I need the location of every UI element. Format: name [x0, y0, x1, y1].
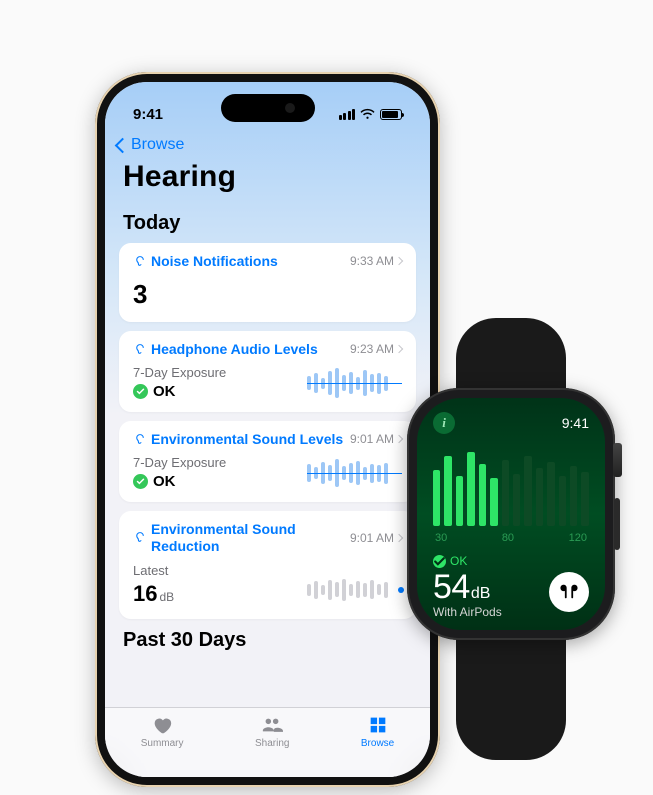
sparkline-chart: [307, 456, 402, 490]
card-env-sound-levels[interactable]: Environmental Sound Levels 9:01 AM 7-Day…: [119, 421, 416, 502]
chevron-right-icon: [395, 257, 403, 265]
section-past: Past 30 Days: [105, 619, 430, 660]
noise-count: 3: [133, 269, 402, 310]
back-button[interactable]: Browse: [105, 132, 430, 160]
ear-icon: [133, 255, 146, 268]
side-button[interactable]: [614, 498, 620, 550]
card-time: 9:01 AM: [350, 531, 394, 545]
ear-icon: [133, 531, 146, 544]
iphone-device: 9:41 Browse Hearing Today: [95, 72, 440, 787]
latest-dot-icon: [398, 587, 404, 593]
chevron-left-icon: [115, 137, 131, 153]
ear-icon: [133, 343, 146, 356]
card-time: 9:33 AM: [350, 254, 394, 268]
tab-browse[interactable]: Browse: [361, 714, 394, 777]
card-title-text: Environmental Sound Reduction: [151, 521, 321, 555]
card-title-text: Headphone Audio Levels: [151, 341, 318, 357]
tab-summary[interactable]: Summary: [141, 714, 184, 777]
noise-level-bars: [433, 448, 589, 526]
chevron-right-icon: [395, 345, 403, 353]
heart-icon: [150, 714, 174, 736]
checkmark-icon: [133, 384, 148, 399]
watch-screen: i 9:41 30 80 120 OK 54 dB With AirPods: [417, 398, 605, 630]
ear-icon: [133, 433, 146, 446]
grid-icon: [366, 714, 390, 736]
watch-db-value: 54: [433, 568, 470, 607]
apple-watch-device: i 9:41 30 80 120 OK 54 dB With AirPods: [407, 388, 615, 640]
card-time: 9:01 AM: [350, 432, 394, 446]
sparkline-chart: [307, 366, 402, 400]
digital-crown[interactable]: [613, 443, 622, 477]
airpods-icon: [558, 583, 580, 601]
battery-icon: [380, 109, 402, 120]
reduction-unit: dB: [159, 590, 174, 604]
card-time: 9:23 AM: [350, 342, 394, 356]
chevron-right-icon: [395, 534, 403, 542]
chevron-right-icon: [395, 435, 403, 443]
page-title: Hearing: [105, 160, 430, 202]
watch-db-unit: dB: [471, 585, 491, 603]
iphone-screen: 9:41 Browse Hearing Today: [105, 82, 430, 777]
status-time: 9:41: [133, 106, 163, 123]
back-label: Browse: [131, 136, 184, 154]
card-title-text: Environmental Sound Levels: [151, 431, 343, 447]
card-headphone-levels[interactable]: Headphone Audio Levels 9:23 AM 7-Day Exp…: [119, 331, 416, 412]
app-content: Browse Hearing Today Noise Notifications…: [105, 82, 430, 777]
card-env-sound-reduction[interactable]: Environmental Sound Reduction 9:01 AM La…: [119, 511, 416, 619]
info-button[interactable]: i: [433, 412, 455, 434]
status-text: OK: [153, 473, 176, 490]
watch-time: 9:41: [562, 415, 589, 431]
checkmark-icon: [433, 555, 446, 568]
card-noise-notifications[interactable]: Noise Notifications 9:33 AM 3: [119, 243, 416, 322]
cellular-icon: [339, 109, 356, 120]
watch-status: OK: [450, 554, 467, 568]
latest-label: Latest: [133, 563, 174, 578]
reduction-value: 16: [133, 581, 157, 607]
tab-sharing[interactable]: Sharing: [255, 714, 289, 777]
dynamic-island: [221, 94, 315, 122]
watch-case: i 9:41 30 80 120 OK 54 dB With AirPods: [407, 388, 615, 640]
status-text: OK: [153, 383, 176, 400]
db-scale: 30 80 120: [433, 532, 589, 544]
wifi-icon: [360, 108, 375, 120]
airpods-button[interactable]: [549, 572, 589, 612]
people-icon: [260, 714, 284, 736]
exposure-label: 7-Day Exposure: [133, 365, 226, 380]
exposure-label: 7-Day Exposure: [133, 455, 226, 470]
checkmark-icon: [133, 474, 148, 489]
card-title-text: Noise Notifications: [151, 253, 278, 269]
sparkline-chart: [307, 573, 402, 607]
section-today: Today: [105, 202, 430, 243]
tab-bar: Summary Sharing Browse: [105, 707, 430, 777]
